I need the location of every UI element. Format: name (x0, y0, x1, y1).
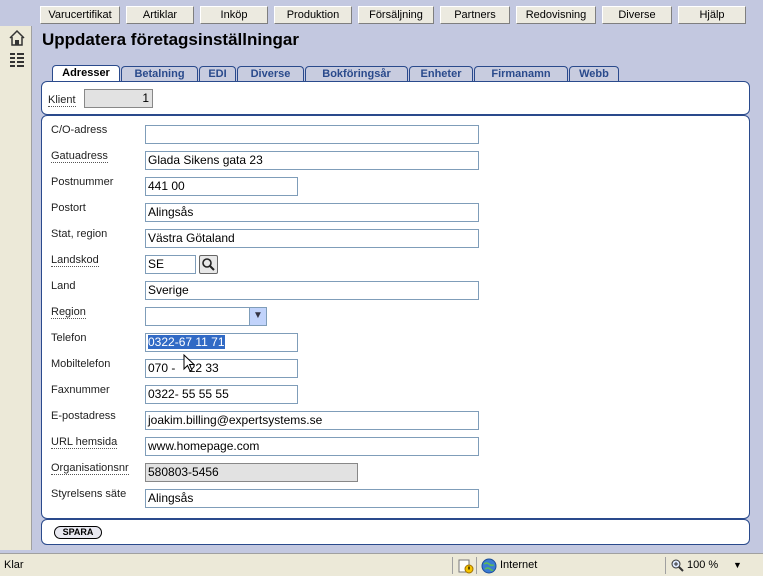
status-bar: Klar Internet 100 % ▼ (0, 553, 763, 576)
city-label: Postort (51, 202, 86, 214)
tab-bokforingsar[interactable]: Bokföringsår (305, 66, 408, 82)
menu-inkop[interactable]: Inköp (200, 6, 268, 24)
tab-webb[interactable]: Webb (569, 66, 619, 82)
client-label: Klient (48, 94, 76, 107)
phone-label: Telefon (51, 332, 87, 344)
menu-produktion[interactable]: Produktion (274, 6, 352, 24)
country-label: Land (51, 280, 76, 292)
main-content: Uppdatera företagsinställningar Adresser… (33, 26, 763, 550)
email-label: E-postadress (51, 410, 116, 422)
status-text: Klar (4, 559, 24, 571)
menu-artiklar[interactable]: Artiklar (126, 6, 194, 24)
menu-forsaljning[interactable]: Försäljning (358, 6, 434, 24)
menu-varucertifikat[interactable]: Varucertifikat (40, 6, 120, 24)
tab-firmanamn[interactable]: Firmanamn (474, 66, 568, 82)
state-label: Stat, region (51, 228, 108, 240)
street-label: Gatuadress (51, 150, 108, 163)
board-seat-field[interactable]: Alingsås (145, 489, 479, 508)
country-field[interactable]: Sverige (145, 281, 479, 300)
org-number-field: 580803-5456 (145, 463, 358, 482)
postal-code-field[interactable]: 441 00 (145, 177, 298, 196)
postal-code-label: Postnummer (51, 176, 114, 188)
chevron-down-icon[interactable]: ▼ (249, 308, 266, 325)
street-field[interactable]: Glada Sikens gata 23 (145, 151, 479, 170)
tab-betalning[interactable]: Betalning (121, 66, 198, 82)
menu-diverse[interactable]: Diverse (602, 6, 672, 24)
tab-diverse[interactable]: Diverse (237, 66, 304, 82)
country-code-field[interactable]: SE (145, 255, 196, 274)
list-icon[interactable] (8, 50, 26, 68)
zoom-level[interactable]: 100 % (687, 556, 718, 575)
mobile-label: Mobiltelefon (51, 358, 111, 370)
zoom-icon[interactable] (670, 558, 684, 572)
url-label: URL hemsida (51, 436, 118, 449)
client-panel: Klient 1 (41, 81, 750, 115)
page-title: Uppdatera företagsinställningar (42, 30, 299, 49)
search-icon (202, 258, 215, 271)
url-field[interactable]: www.homepage.com (145, 437, 479, 456)
menu-redovisning[interactable]: Redovisning (516, 6, 596, 24)
home-icon[interactable] (8, 29, 26, 47)
email-field[interactable]: joakim.billing@expertsystems.se (145, 411, 479, 430)
fax-field[interactable]: 0322- 55 55 55 (145, 385, 298, 404)
region-select[interactable]: ▼ (145, 307, 267, 326)
co-address-label: C/O-adress (51, 124, 108, 136)
zoom-dropdown-icon[interactable]: ▼ (733, 556, 742, 575)
top-menu-bar: Varucertifikat Artiklar Inköp Produktion… (0, 0, 763, 26)
fax-label: Faxnummer (51, 384, 110, 396)
phone-field[interactable]: 0322-67 11 71 (145, 333, 298, 352)
page-warning-icon (458, 559, 474, 574)
left-toolbar (0, 26, 32, 550)
address-form-panel: C/O-adress Gatuadress Glada Sikens gata … (41, 115, 750, 519)
globe-icon (481, 558, 497, 574)
zone-label: Internet (500, 559, 538, 571)
country-lookup-button[interactable] (199, 255, 218, 274)
mobile-field[interactable]: 070 - 22 33 (145, 359, 298, 378)
save-panel (41, 519, 750, 545)
tab-enheter[interactable]: Enheter (409, 66, 473, 82)
phone-value: 0322-67 11 71 (148, 335, 225, 349)
city-field[interactable]: Alingsås (145, 203, 479, 222)
board-seat-label: Styrelsens säte (51, 488, 127, 500)
co-address-field[interactable] (145, 125, 479, 144)
state-field[interactable]: Västra Götaland (145, 229, 479, 248)
menu-hjalp[interactable]: Hjälp (678, 6, 746, 24)
client-field: 1 (84, 89, 153, 108)
region-label: Region (51, 306, 86, 319)
save-button[interactable]: SPARA (54, 526, 102, 539)
country-code-label: Landskod (51, 254, 99, 267)
mouse-cursor-icon (183, 354, 196, 372)
tab-edi[interactable]: EDI (199, 66, 236, 82)
menu-partners[interactable]: Partners (440, 6, 510, 24)
org-number-label: Organisationsnr (51, 462, 129, 475)
